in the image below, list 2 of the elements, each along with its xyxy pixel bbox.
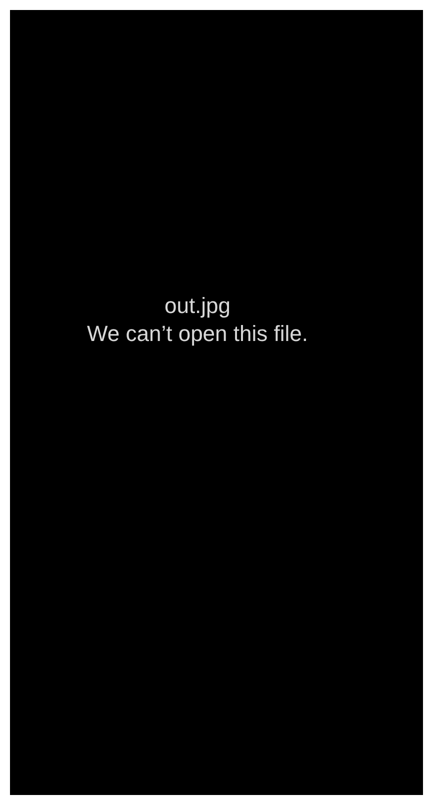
error-message: We can’t open this file. xyxy=(87,320,308,348)
file-name: out.jpg xyxy=(164,292,231,320)
